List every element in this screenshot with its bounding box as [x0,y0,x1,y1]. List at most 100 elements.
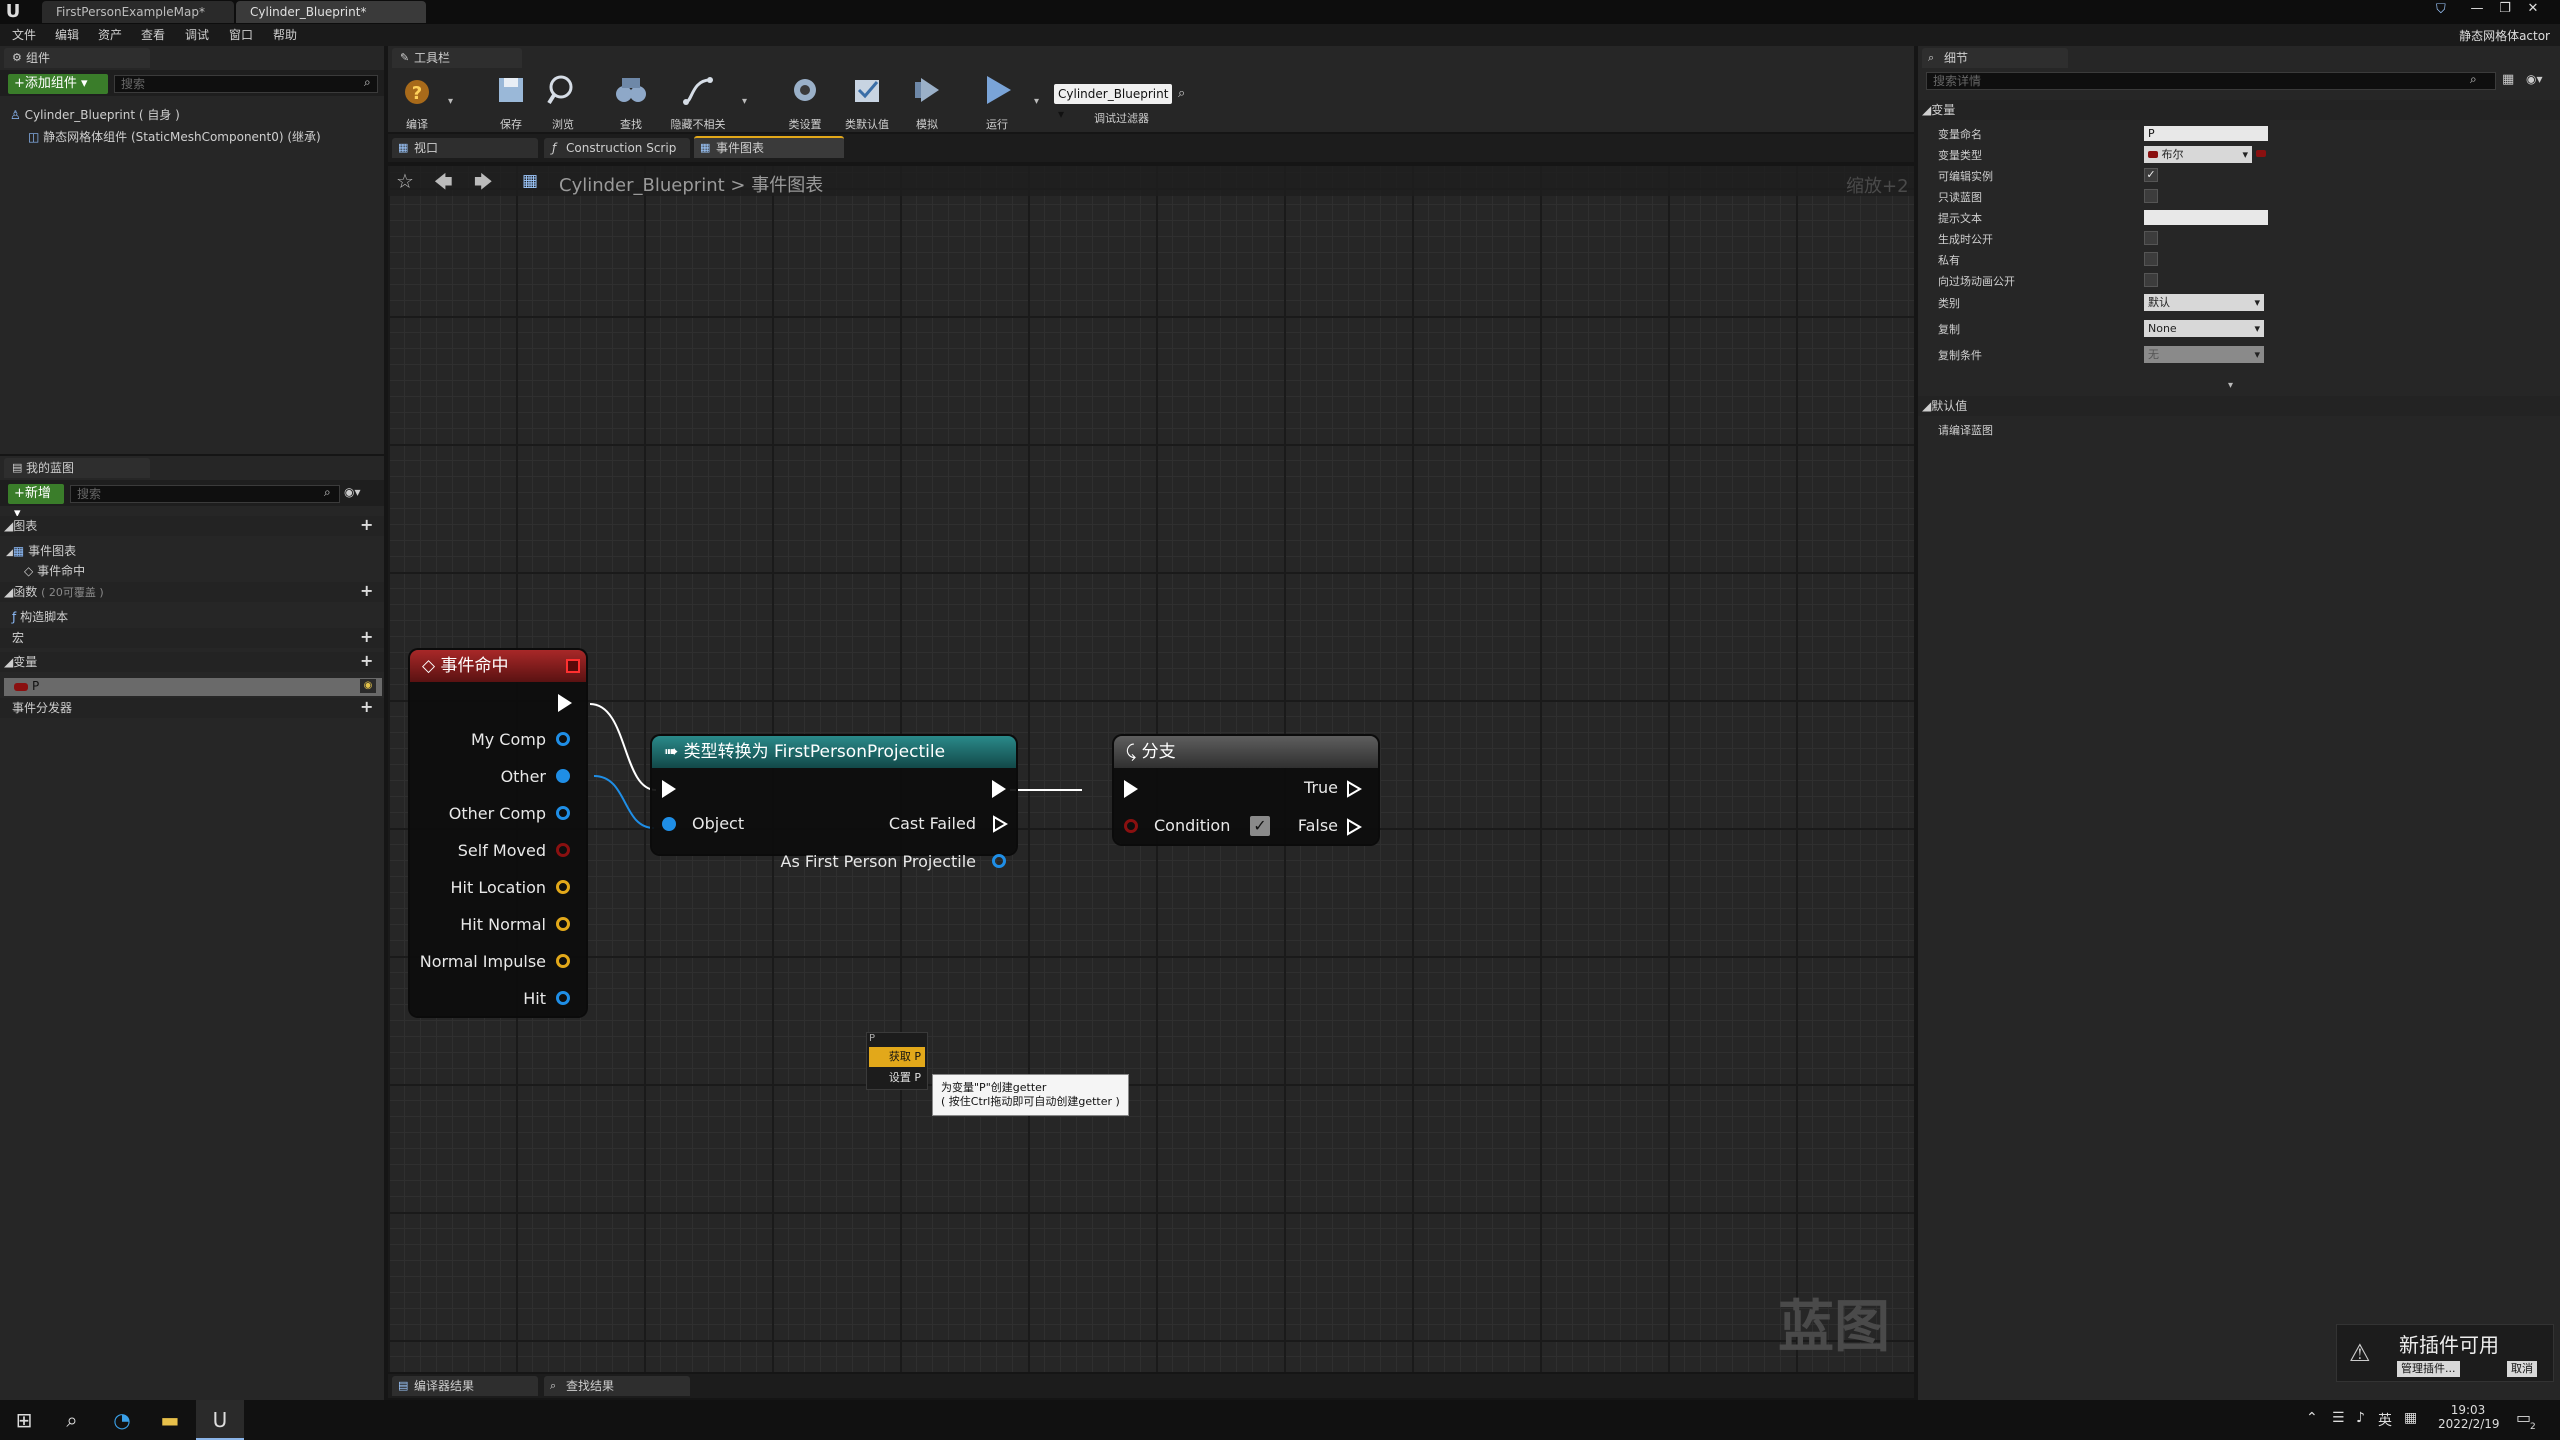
class-settings-button[interactable]: 类设置 [780,70,830,132]
components-tab[interactable]: ⚙ 组件 [4,48,150,68]
tooltip-text-input[interactable] [2144,210,2268,225]
pin-self-moved[interactable] [556,843,570,857]
notification-center-icon[interactable]: ▭ [2516,1408,2531,1427]
document-tab-map[interactable]: FirstPersonExampleMap* [42,1,234,23]
section-graphs[interactable]: ◢图表 [0,516,384,536]
tab-event-graph[interactable]: ▦ 事件图表 [694,136,844,158]
component-root-item[interactable]: ♙ Cylinder_Blueprint ( 自身 ) [10,106,180,123]
cancel-notification-button[interactable]: 取消 [2507,1361,2537,1377]
source-control-icon[interactable]: ⛉ [2436,2,2456,20]
add-graph-icon[interactable]: + [360,516,373,534]
volume-icon[interactable]: ♪ [2356,1410,2365,1426]
details-search-input[interactable]: 搜索详情 [1926,72,2496,90]
menu-file[interactable]: 文件 [12,24,36,46]
private-checkbox[interactable] [2144,252,2158,266]
section-variables[interactable]: ◢变量 [0,652,384,672]
add-function-icon[interactable]: + [360,582,373,600]
event-hit-item[interactable]: ◇ 事件命中 [24,562,85,579]
advanced-expand-icon[interactable]: ▾ [2228,380,2233,391]
variable-p-row[interactable]: P ◉ [4,678,382,696]
new-button[interactable]: +新增 ▾ [8,484,64,521]
hide-unrelated-dropdown-icon[interactable]: ▾ [742,96,747,107]
expose-cinematics-checkbox[interactable] [2144,273,2158,287]
branch-condition-pin[interactable] [1124,819,1138,833]
variable-name-input[interactable]: P [2144,126,2268,141]
cast-object-pin[interactable] [662,817,676,831]
unreal-engine-taskbar-icon[interactable]: U [196,1400,244,1440]
cast-as-pin[interactable] [992,854,1006,868]
toolbar-tab[interactable]: ✎ 工具栏 [392,48,522,68]
debug-search-icon[interactable]: ⌕ [1178,86,1185,101]
blueprint-readonly-checkbox[interactable] [2144,189,2158,203]
replication-select[interactable]: None [2144,320,2264,337]
menu-asset[interactable]: 资产 [98,24,122,46]
cast-exec-out-pin[interactable] [992,780,1006,798]
branch-true-pin[interactable] [1346,780,1362,798]
delegate-pin-icon[interactable] [566,659,580,673]
set-p-menu-item[interactable]: 设置 P [869,1069,925,1087]
add-macro-icon[interactable]: + [360,628,373,646]
pin-hit-location[interactable] [556,880,570,894]
play-button[interactable]: 运行 [972,70,1022,132]
menu-view[interactable]: 查看 [141,24,165,46]
debug-object-dropdown[interactable]: Cylinder_Blueprint ▾ [1054,84,1172,121]
ime-language-indicator[interactable]: 英 [2378,1410,2392,1430]
component-search-input[interactable]: 搜索 [114,75,378,93]
pin-hit[interactable] [556,991,570,1005]
tab-construction-script[interactable]: ƒ Construction Scrip [544,138,690,158]
document-tab-blueprint[interactable]: Cylinder_Blueprint* [236,1,426,23]
simulate-button[interactable]: 模拟 [902,70,952,132]
component-mesh-item[interactable]: ◫ 静态网格体组件 (StaticMeshComponent0) (继承) [28,128,321,145]
compile-dropdown-icon[interactable]: ▾ [448,96,453,107]
browse-button[interactable]: 浏览 [538,70,588,132]
container-type-icon[interactable] [2256,150,2266,157]
get-p-menu-item[interactable]: 获取 P [869,1047,925,1067]
eye-view-options-icon[interactable]: ◉▾ [2526,72,2543,86]
menu-help[interactable]: 帮助 [273,24,297,46]
pin-other-comp[interactable] [556,806,570,820]
add-component-button[interactable]: +添加组件 ▾ [8,74,108,94]
file-explorer-icon[interactable]: ▬ [146,1400,194,1440]
section-macros[interactable]: 宏 [0,628,384,648]
windows-start-icon[interactable]: ⊞ [0,1400,48,1440]
branch-exec-in-pin[interactable] [1124,780,1138,798]
tab-find-results[interactable]: ⌕ 查找结果 [544,1376,690,1396]
section-event-dispatchers[interactable]: 事件分发器 [0,698,384,718]
event-hit-node[interactable]: ◇ 事件命中 My Comp Other Other Comp Self Mov… [410,650,586,1016]
add-dispatcher-icon[interactable]: + [360,698,373,716]
edge-browser-icon[interactable]: ◔ [98,1400,146,1440]
cast-exec-in-pin[interactable] [662,780,676,798]
clock[interactable]: 19:03 2022/2/19 [2438,1403,2500,1431]
pin-normal-impulse[interactable] [556,954,570,968]
variable-type-select[interactable]: 布尔 [2144,146,2252,163]
blueprint-search-input[interactable]: 搜索 [70,485,340,503]
instance-editable-checkbox[interactable]: ✓ [2144,168,2158,182]
construction-script-item[interactable]: ƒ 构造脚本 [12,608,68,625]
section-default-value[interactable]: ◢默认值 [1918,396,2560,416]
condition-checkbox[interactable]: ✓ [1250,816,1270,836]
tab-viewport[interactable]: ▦ 视口 [392,138,538,158]
hide-unrelated-button[interactable]: 隐藏不相关 [670,70,726,132]
section-variable[interactable]: ◢变量 [1918,100,2560,120]
class-defaults-button[interactable]: 类默认值 [840,70,894,132]
exec-out-pin[interactable] [558,694,572,712]
menu-window[interactable]: 窗口 [229,24,253,46]
branch-node[interactable]: ⤹ 分支 True Condition ✓ False [1114,736,1378,844]
menu-edit[interactable]: 编辑 [55,24,79,46]
menu-debug[interactable]: 调试 [185,24,209,46]
my-blueprint-tab[interactable]: ▤ 我的蓝图 [4,458,150,478]
minimize-button[interactable]: — [2464,0,2490,18]
pin-other[interactable] [556,769,570,783]
tray-chevron-icon[interactable]: ⌃ [2306,1410,2318,1426]
play-dropdown-icon[interactable]: ▾ [1034,96,1039,107]
property-matrix-icon[interactable]: ▦ [2502,72,2514,87]
maximize-button[interactable]: ❐ [2492,0,2518,18]
add-variable-icon[interactable]: + [360,652,373,670]
section-functions[interactable]: ◢函数 ( 20可覆盖 ) [0,582,384,602]
find-button[interactable]: 查找 [606,70,656,132]
pin-my-comp[interactable] [556,732,570,746]
search-icon[interactable]: ⌕ [48,1400,96,1440]
save-button[interactable]: 保存 [486,70,536,132]
close-button[interactable]: ✕ [2520,0,2546,18]
compile-button[interactable]: ? 编译 [392,70,442,132]
